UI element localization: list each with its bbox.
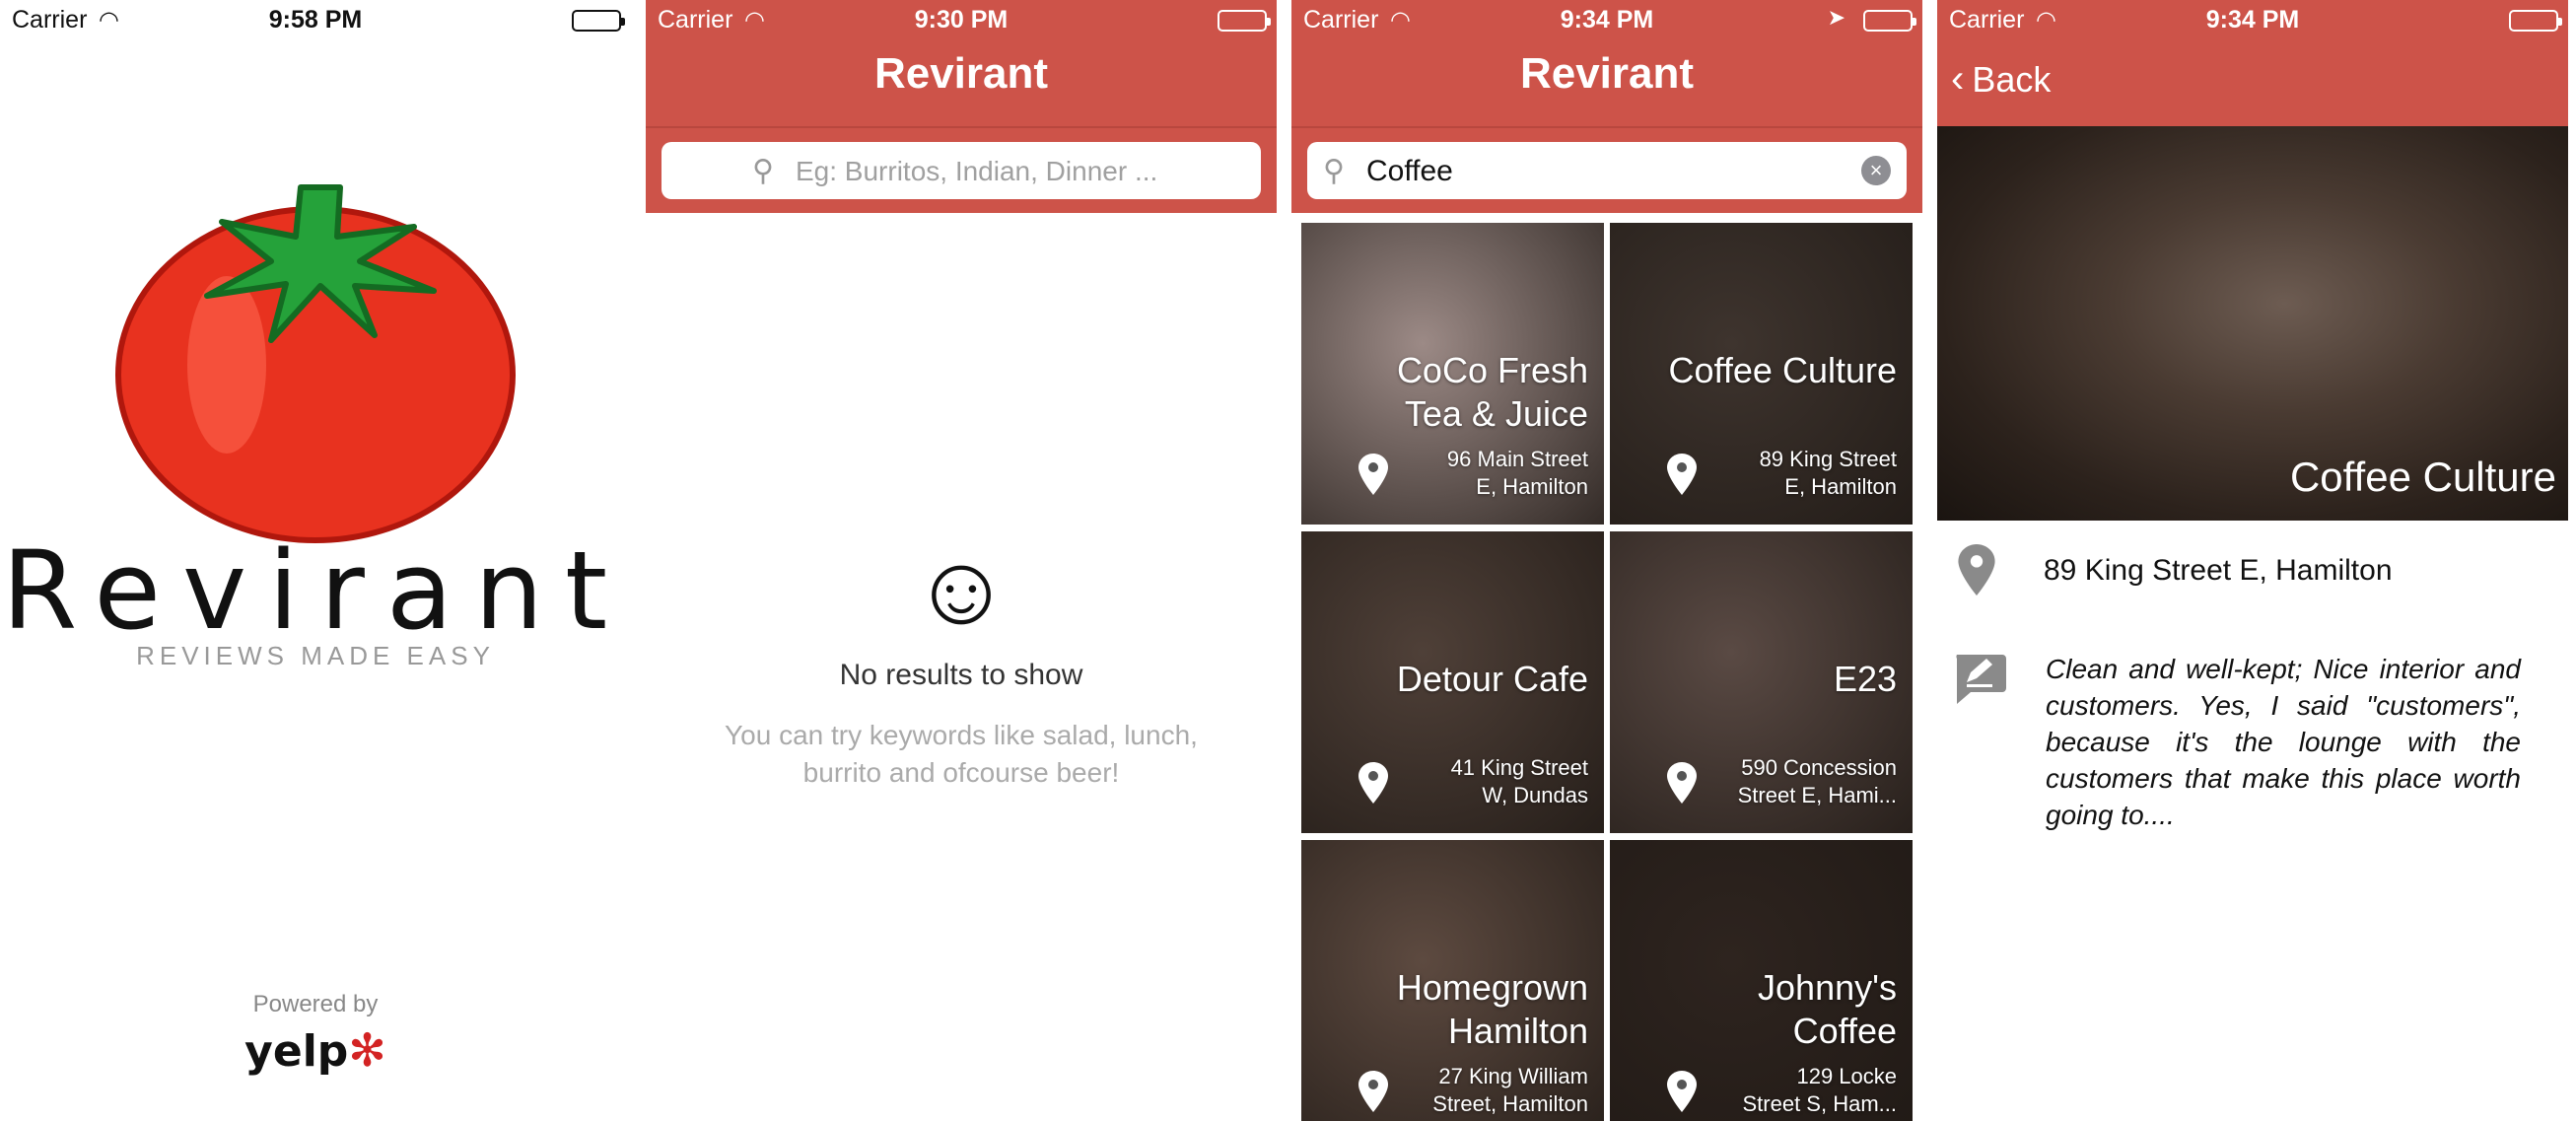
result-address: Street, Hamilton [1432,1091,1588,1116]
result-address: 129 Locke [1796,1064,1897,1088]
battery-icon [2509,10,2562,32]
battery-icon [572,10,625,32]
tomato-logo-icon [115,184,516,543]
result-tile[interactable]: Coffee Culture 89 King Street E, Hamilton [1610,223,1913,525]
result-tile[interactable]: Detour Cafe 41 King Street W, Dundas [1301,531,1604,833]
business-address: 89 King Street E, Hamilton [2044,554,2393,587]
nav-title: Revirant [1519,49,1695,98]
search-hint: You can try keywords like salad, lunch, … [725,720,1198,788]
search-bar: ⚲ Coffee × [1291,126,1922,213]
hero-image: Coffee Culture [1937,126,2568,521]
result-address: 96 Main Street [1446,447,1588,471]
result-address: Street E, Hami... [1737,783,1897,807]
result-address: 27 King William [1438,1064,1588,1088]
yelp-wordmark: yelp [244,1026,349,1077]
location-pin-icon [1667,454,1697,495]
result-tile[interactable]: Homegrown Hamilton 27 King William Street,… [1301,840,1604,1121]
status-bar: Carrier ◠ 9:34 PM [1937,0,2568,39]
result-address: E, Hamilton [1476,474,1588,499]
search-value: Coffee [1366,155,1453,187]
result-address: 41 King Street [1450,755,1588,780]
app-brand-title: Revirant [1,527,630,654]
result-name: Coffee [1792,1011,1897,1051]
result-address: 89 King Street [1759,447,1897,471]
result-name: Hamilton [1447,1011,1588,1051]
result-name: Johnny's [1758,967,1897,1008]
splash-screen: Carrier ◠ 9:58 PM Revirant REVIEWS MADE … [0,0,631,1121]
result-address: 590 Concession [1741,755,1897,780]
location-pin-icon [1358,762,1388,804]
status-time: 9:34 PM [2205,6,2300,34]
status-time: 9:58 PM [268,6,363,34]
yelp-burst-icon: ✻ [348,1023,386,1077]
review-text: Clean and well-kept; Nice interior and c… [2046,654,2521,830]
result-name: Coffee Culture [1668,350,1897,390]
location-pin-icon [1667,1071,1697,1112]
yelp-logo: yelp✻ [0,1023,631,1077]
status-bar: Carrier ◠ 9:30 PM [646,0,1277,39]
no-results-label: No results to show [839,659,1083,691]
result-address: Street S, Ham... [1742,1091,1898,1116]
back-label: Back [1972,59,2052,100]
status-bar: Carrier ◠ 9:58 PM [0,0,631,39]
result-name: Tea & Juice [1404,393,1588,434]
location-pin-icon [1358,454,1388,495]
result-tile[interactable]: CoCo Fresh Tea & Juice 96 Main Street E, H… [1301,223,1604,525]
status-time: 9:30 PM [914,6,1009,34]
app-tagline: REVIEWS MADE EASY [136,641,495,670]
search-results-screen: Revirant Carrier ◠ 9:34 PM ➤ ⚲ Coffee × … [1291,0,1922,1121]
search-icon: ⚲ [752,155,774,187]
result-name: Homegrown [1396,967,1588,1008]
result-address: E, Hamilton [1784,474,1897,499]
clear-search-icon[interactable]: × [1861,156,1891,185]
location-pin-icon [1667,762,1697,804]
location-pin-icon [1958,544,1995,596]
result-name: Detour Cafe [1396,659,1588,699]
location-pin-icon [1358,1071,1388,1112]
status-bar: Carrier ◠ 9:34 PM ➤ [1291,0,1922,39]
result-name: E23 [1833,659,1897,699]
detail-screen: ‹ Back Carrier ◠ 9:34 PM Coffee Culture 8… [1937,0,2568,1121]
result-address: W, Dundas [1482,783,1588,807]
battery-icon [1218,10,1271,32]
search-icon: ⚲ [1323,155,1345,187]
nav-title: Revirant [873,49,1049,98]
business-name: Coffee Culture [2289,454,2556,500]
review-edit-icon [1956,655,2006,704]
chevron-left-icon: ‹ [1951,57,1965,101]
search-empty-screen: Revirant Carrier ◠ 9:30 PM ⚲ Eg: Burrito… [646,0,1277,1121]
search-input[interactable]: ⚲ Eg: Burritos, Indian, Dinner ... [661,142,1261,199]
result-name: CoCo Fresh [1396,350,1588,390]
search-bar: ⚲ Eg: Burritos, Indian, Dinner ... [646,126,1277,213]
powered-by-label: Powered by [252,991,379,1017]
location-arrow-icon: ➤ [1827,5,1845,30]
search-placeholder: Eg: Burritos, Indian, Dinner ... [796,156,1158,186]
back-button[interactable]: ‹ Back [1951,57,2051,102]
result-tile[interactable]: Johnny's Coffee 129 Locke Street S, Ham... [1610,840,1913,1121]
search-input[interactable]: ⚲ Coffee × [1307,142,1907,199]
smiley-icon: ☺ [910,534,1012,645]
battery-icon [1863,10,1916,32]
result-tile[interactable]: E23 590 Concession Street E, Hami... [1610,531,1913,833]
